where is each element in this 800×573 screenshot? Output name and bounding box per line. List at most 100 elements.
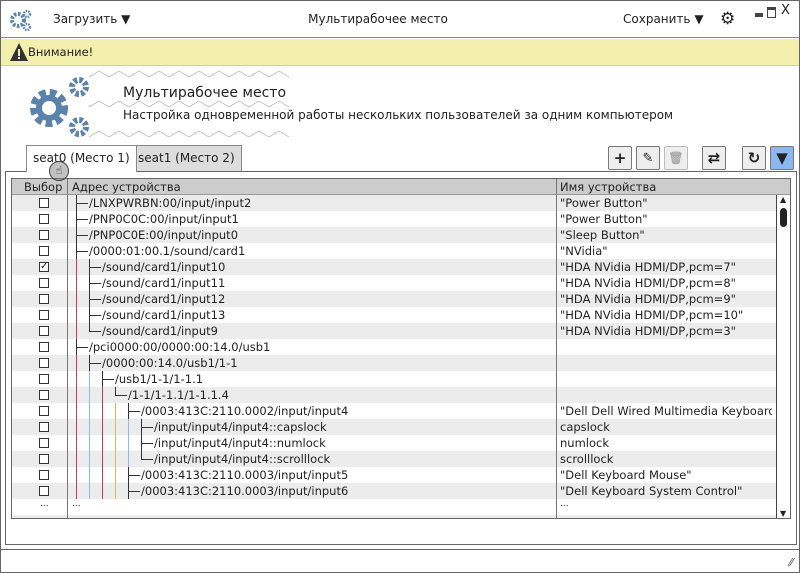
- device-address: /0003:413C:2110.0003/input/input6: [141, 484, 349, 498]
- resize-grip-icon[interactable]: ⁄⁄: [789, 556, 793, 569]
- scroll-up-icon[interactable]: ▲: [780, 195, 786, 204]
- refresh-button[interactable]: ↻: [742, 146, 766, 170]
- tree-guide-line: [76, 387, 77, 403]
- chevron-down-icon: ▼: [694, 12, 704, 26]
- tree-guide-line: [76, 371, 77, 387]
- tree-guide-line: [102, 419, 103, 435]
- scrollbar-thumb[interactable]: [780, 208, 787, 227]
- tree-guide-line: [76, 435, 77, 451]
- device-name: "Power Button": [560, 212, 648, 226]
- table-row[interactable]: /usb1/1-1/1-1.1: [12, 371, 776, 387]
- table-row[interactable]: /sound/card1/input9 "HDA NVidia HDMI/DP,p…: [12, 323, 776, 339]
- save-menu[interactable]: Сохранить ▼: [623, 12, 704, 26]
- table-row[interactable]: /PNP0C0E:00/input/input0 "Sleep Button": [12, 227, 776, 243]
- table-row[interactable]: /input/input4/input4::scrolllock scrolllo…: [12, 451, 776, 467]
- table-row[interactable]: /sound/card1/input13 "HDA NVidia HDMI/DP,…: [12, 307, 776, 323]
- row-checkbox[interactable]: [39, 326, 49, 336]
- row-checkbox[interactable]: [39, 470, 49, 480]
- device-address: /input/input4/input4::capslock: [154, 420, 327, 434]
- row-checkbox[interactable]: [39, 246, 49, 256]
- table-row[interactable]: /0000:01:00.1/sound/card1 "NVidia": [12, 243, 776, 259]
- row-checkbox[interactable]: [39, 438, 49, 448]
- filter-button[interactable]: ▼: [770, 146, 794, 170]
- table-row[interactable]: /0003:413C:2110.0003/input/input5 "Dell K…: [12, 467, 776, 483]
- table-row[interactable]: /LNXPWRBN:00/input/input2 "Power Button": [12, 195, 776, 211]
- column-header-name[interactable]: Имя устройства: [560, 180, 656, 194]
- row-checkbox[interactable]: [39, 294, 49, 304]
- table-row[interactable]: /pci0000:00/0000:00:14.0/usb1: [12, 339, 776, 355]
- tree-connector: [141, 459, 153, 460]
- delete-icon: 🗑: [668, 151, 684, 165]
- device-name: "HDA NVidia HDMI/DP,pcm=10": [560, 308, 744, 322]
- table-row[interactable]: .........: [12, 499, 776, 515]
- table-row[interactable]: /input/input4/input4::capslock capslock: [12, 419, 776, 435]
- add-button[interactable]: +: [608, 146, 632, 170]
- table-row[interactable]: [12, 515, 776, 518]
- delete-button[interactable]: 🗑: [664, 146, 688, 170]
- row-checkbox[interactable]: [39, 454, 49, 464]
- row-checkbox[interactable]: [39, 374, 49, 384]
- row-checkbox[interactable]: [39, 406, 49, 416]
- device-name: "HDA NVidia HDMI/DP,pcm=7": [560, 260, 736, 274]
- row-checkbox[interactable]: [39, 214, 49, 224]
- row-checkbox[interactable]: [39, 422, 49, 432]
- device-address: /sound/card1/input9: [102, 324, 218, 338]
- maximize-button[interactable]: [767, 7, 776, 18]
- column-header-select[interactable]: Выбор: [24, 180, 62, 194]
- scroll-down-icon[interactable]: ▼: [780, 509, 786, 518]
- table-row[interactable]: /input/input4/input4::numlock numlock: [12, 435, 776, 451]
- hexagon-pattern: [89, 70, 290, 138]
- tree-guide-line: [115, 451, 116, 467]
- row-checkbox[interactable]: [39, 198, 49, 208]
- device-address: /usb1/1-1/1-1.1: [115, 372, 204, 386]
- row-checkbox[interactable]: ✓: [39, 262, 49, 272]
- tree-guide-line: [76, 419, 77, 435]
- table-row[interactable]: /1-1/1-1.1/1-1.1.4: [12, 387, 776, 403]
- ellipsis-address: ...: [72, 499, 81, 509]
- table-row[interactable]: ✓ /sound/card1/input10 "HDA NVidia HDMI/DP…: [12, 259, 776, 275]
- device-name: numlock: [560, 436, 609, 450]
- row-checkbox[interactable]: [39, 310, 49, 320]
- tree-guide-line: [76, 275, 77, 291]
- tree-guide-line: [76, 355, 77, 371]
- row-checkbox[interactable]: [39, 278, 49, 288]
- refresh-icon: ↻: [747, 149, 761, 167]
- table-row[interactable]: /sound/card1/input12 "HDA NVidia HDMI/DP,…: [12, 291, 776, 307]
- table-row[interactable]: /0003:413C:2110.0002/input/input4 "Dell D…: [12, 403, 776, 419]
- edit-button[interactable]: ✎: [636, 146, 660, 170]
- minimize-button[interactable]: [755, 13, 763, 17]
- gear-icon[interactable]: ⚙: [720, 9, 735, 29]
- tree-connector: [76, 251, 88, 252]
- warning-text: Внимание!: [28, 45, 94, 59]
- table-row[interactable]: /0003:413C:2110.0003/input/input6 "Dell K…: [12, 483, 776, 499]
- tree-guide-line: [115, 483, 116, 499]
- row-checkbox[interactable]: [39, 486, 49, 496]
- vertical-scrollbar[interactable]: ▲ ▼: [776, 195, 790, 518]
- tree-connector: [89, 363, 101, 364]
- swap-button[interactable]: ⇄: [702, 146, 726, 170]
- table-row[interactable]: /sound/card1/input11 "HDA NVidia HDMI/DP,…: [12, 275, 776, 291]
- device-name: "HDA NVidia HDMI/DP,pcm=8": [560, 276, 736, 290]
- table-row[interactable]: /PNP0C0C:00/input/input1 "Power Button": [12, 211, 776, 227]
- tree-connector: [128, 411, 140, 412]
- row-checkbox[interactable]: [39, 342, 49, 352]
- swap-icon: ⇄: [707, 149, 721, 167]
- row-checkbox[interactable]: [39, 230, 49, 240]
- tab-seat0[interactable]: seat0 (Место 1): [26, 145, 137, 172]
- row-checkbox[interactable]: [39, 390, 49, 400]
- column-divider: [67, 179, 68, 518]
- close-button[interactable]: X: [781, 3, 790, 18]
- column-header-address[interactable]: Адрес устройства: [72, 180, 181, 194]
- edit-icon: ✎: [642, 150, 654, 166]
- tree-guide-line: [76, 307, 77, 323]
- device-table: Выбор Адрес устройства Имя устройства /L…: [11, 178, 791, 519]
- device-address: /pci0000:00/0000:00:14.0/usb1: [89, 340, 271, 354]
- tab-seat1[interactable]: seat1 (Место 2): [131, 145, 242, 171]
- gears-logo-icon: [30, 77, 89, 137]
- row-checkbox[interactable]: [39, 358, 49, 368]
- tree-connector: [76, 347, 88, 348]
- table-row[interactable]: /0000:00:14.0/usb1/1-1: [12, 355, 776, 371]
- table-header: Выбор Адрес устройства Имя устройства: [12, 179, 790, 195]
- tree-guide-line: [115, 435, 116, 451]
- device-name: "Dell Keyboard System Control": [560, 484, 743, 498]
